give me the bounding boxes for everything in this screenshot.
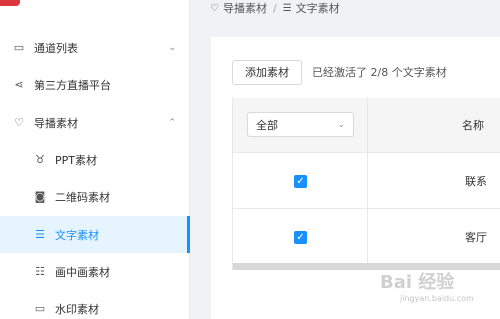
- chevron-up-icon: ⌃: [168, 117, 176, 128]
- watermark-icon: ▭: [34, 302, 46, 315]
- text-doc-icon: ☰: [35, 228, 45, 241]
- sidebar-item-label: 画中画素材: [55, 265, 110, 279]
- sidebar-item-ppt[interactable]: ♉ PPT素材: [0, 141, 190, 178]
- sidebar-item-watermark[interactable]: ▭ 水印素材: [0, 290, 190, 319]
- monitor-icon: ▭: [13, 41, 25, 54]
- sidebar-item-label: 通道列表: [34, 41, 78, 55]
- activation-status: 已经激活了 2/8 个文字素材: [312, 66, 447, 79]
- sidebar-item-qrcode[interactable]: ◙ 二维码素材: [0, 178, 190, 215]
- logo: [0, 0, 20, 6]
- sidebar-item-third-party[interactable]: ⋖ 第三方直播平台: [0, 66, 190, 103]
- chevron-down-icon: ⌄: [337, 119, 345, 130]
- row-checkbox[interactable]: ✓: [294, 231, 307, 244]
- filter-select[interactable]: 全部 ⌄: [247, 112, 354, 137]
- heart-icon: ♡: [14, 116, 24, 129]
- sidebar-item-director-material[interactable]: ♡ 导播素材 ⌃: [0, 104, 190, 141]
- sidebar-item-text[interactable]: ☰ 文字素材: [0, 216, 190, 253]
- sidebar: ▭ 通道列表 ⌄ ⋖ 第三方直播平台 ♡ 导播素材 ⌃ ♉ PPT素材 ◙ 二维…: [0, 0, 190, 319]
- sidebar-item-label: 导播素材: [34, 116, 78, 130]
- breadcrumb-parent[interactable]: 导播素材: [223, 0, 267, 16]
- share-icon: ⋖: [14, 78, 24, 91]
- row-name: 客厅: [465, 231, 487, 244]
- breadcrumb-separator: /: [272, 1, 277, 15]
- list-icon: ☷: [35, 265, 45, 278]
- baidu-watermark: Bai 经验: [380, 272, 455, 293]
- text-doc-icon: ☰: [282, 2, 292, 14]
- ppt-icon: ♉: [35, 153, 45, 166]
- sidebar-item-pip[interactable]: ☷ 画中画素材: [0, 253, 190, 290]
- add-material-button[interactable]: 添加素材: [232, 59, 302, 85]
- row-checkbox[interactable]: ✓: [294, 175, 307, 188]
- toolbar: 添加素材 已经激活了 2/8 个文字素材: [232, 59, 447, 85]
- horizontal-scrollbar[interactable]: [233, 263, 500, 270]
- sidebar-item-label: 水印素材: [55, 302, 99, 316]
- sidebar-item-label: 文字素材: [55, 228, 99, 242]
- row-name: 联系: [465, 175, 487, 188]
- sidebar-item-label: 第三方直播平台: [34, 78, 111, 92]
- camera-icon: ◙: [34, 190, 46, 203]
- sidebar-item-label: 二维码素材: [55, 190, 110, 204]
- breadcrumb: ♡ 导播素材 / ☰ 文字素材: [210, 0, 340, 16]
- sidebar-item-label: PPT素材: [55, 153, 97, 167]
- column-divider: [367, 98, 368, 270]
- chevron-down-icon: ⌄: [168, 42, 176, 53]
- heart-icon: ♡: [210, 2, 219, 14]
- breadcrumb-current: 文字素材: [295, 2, 340, 15]
- column-header-name: 名称: [462, 119, 484, 132]
- baidu-watermark-url: jingyan.baidu.com: [400, 294, 474, 303]
- filter-select-value: 全部: [256, 118, 278, 132]
- sidebar-item-channel-list[interactable]: ▭ 通道列表 ⌄: [0, 29, 190, 66]
- content-card: 添加素材 已经激活了 2/8 个文字素材 全部 ⌄ 名称 ✓ 联系 ✓ 客厅: [211, 37, 500, 319]
- materials-table: 全部 ⌄ 名称 ✓ 联系 ✓ 客厅: [232, 98, 500, 270]
